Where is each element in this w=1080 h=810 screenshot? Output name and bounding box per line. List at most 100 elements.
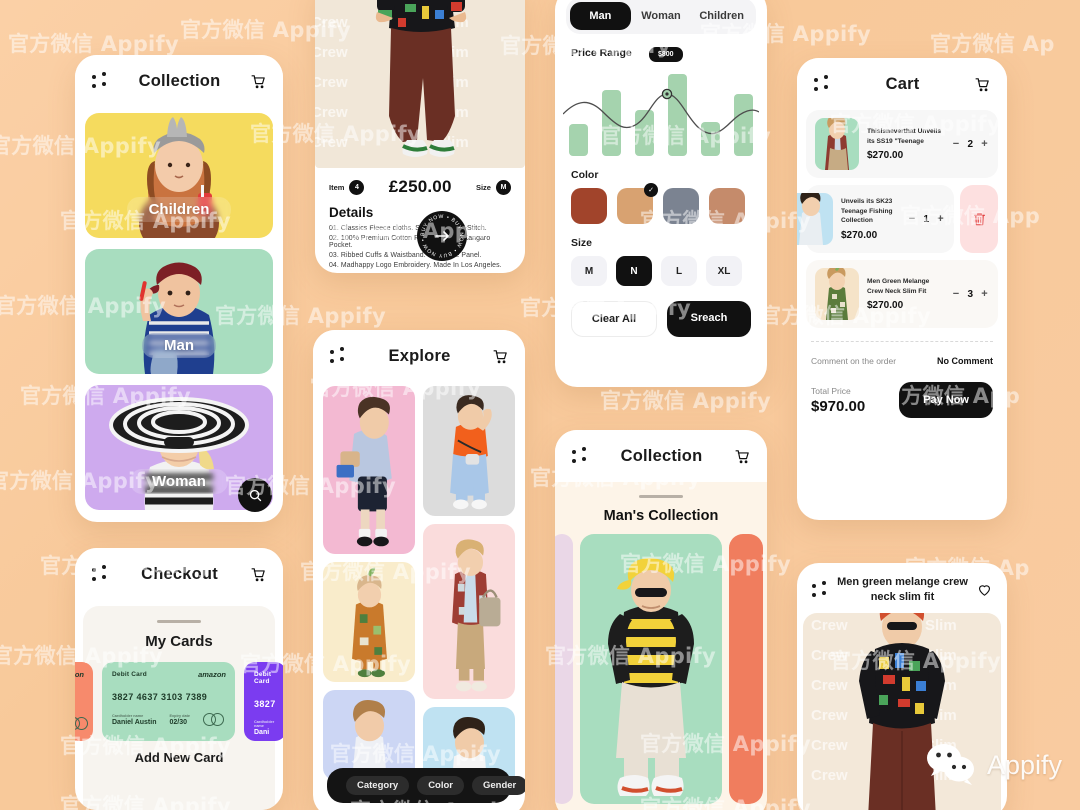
- pay-now-button[interactable]: Pay Now: [899, 382, 993, 418]
- add-new-card-button[interactable]: Add New Card: [83, 750, 275, 765]
- size-options: M N L XL: [555, 254, 767, 286]
- carousel-slide-active[interactable]: [580, 534, 722, 804]
- buy-now-badge-button[interactable]: BUY NOW • BUY NOW • BUY NOW •: [417, 211, 467, 261]
- tab-children[interactable]: Children: [691, 2, 752, 30]
- plus-icon[interactable]: +: [980, 138, 989, 150]
- search-fab-button[interactable]: [238, 478, 272, 512]
- product-hero-image: CrewSlim CrewSlim CrewSlim CrewSlim Crew…: [315, 0, 525, 168]
- size-option-n[interactable]: N: [616, 256, 652, 286]
- grid-dots-icon[interactable]: [571, 447, 589, 465]
- drag-handle[interactable]: [639, 495, 683, 498]
- filter-chip-gender[interactable]: Gender: [472, 776, 525, 795]
- minus-icon[interactable]: −: [951, 138, 960, 150]
- delete-item-button[interactable]: [960, 185, 998, 253]
- thumb-photo: [826, 268, 848, 320]
- color-swatch-tan[interactable]: ✓: [617, 183, 658, 224]
- cart-item-swiped[interactable]: Unveils its SK23 Teenage Fishing Collect…: [797, 185, 998, 253]
- tab-man[interactable]: Man: [570, 2, 631, 30]
- clear-all-button[interactable]: Clear All: [571, 301, 657, 337]
- collection-carousel[interactable]: [555, 534, 767, 804]
- quantity-stepper[interactable]: − 1 +: [907, 213, 945, 225]
- panel-title: My Cards: [145, 633, 213, 650]
- cart-topbar: Cart: [797, 58, 1007, 110]
- checkout-screen: Checkout My Cards amazon Debit Card amaz…: [75, 548, 283, 810]
- grid-dots-icon[interactable]: [91, 72, 109, 90]
- credit-card-peek-right[interactable]: Debit Card 3827 Cardholder name Dani: [244, 662, 283, 741]
- order-comment-row[interactable]: Comment on the order No Comment: [797, 342, 1007, 366]
- credit-card-main[interactable]: Debit Card amazon 3827 4637 3103 7389 Ca…: [102, 662, 235, 741]
- mans-collection-topbar: Collection: [555, 430, 767, 482]
- carousel-slide-prev[interactable]: [555, 534, 573, 804]
- plus-icon[interactable]: +: [980, 288, 989, 300]
- total-value: $970.00: [811, 397, 866, 415]
- item-price: $270.00: [867, 150, 904, 162]
- cardholder-name: Daniel Austin: [112, 719, 157, 726]
- size-label: Size: [571, 237, 593, 249]
- minus-icon[interactable]: −: [951, 288, 960, 300]
- category-card-children[interactable]: Children: [85, 113, 273, 238]
- color-swatch-clay[interactable]: [709, 188, 745, 224]
- minus-icon[interactable]: −: [907, 213, 916, 225]
- filter-chip-color[interactable]: Color: [417, 776, 464, 795]
- collection-topbar: Collection: [75, 55, 283, 107]
- cart-item[interactable]: Men Green Melange Crew Neck Slim Fit $27…: [806, 260, 998, 328]
- search-button[interactable]: Sreach: [667, 301, 751, 337]
- filter-chip-category[interactable]: Category: [346, 776, 410, 795]
- color-swatch-rust[interactable]: [571, 188, 607, 224]
- explore-tile[interactable]: [323, 386, 415, 554]
- item-price: $270.00: [841, 229, 878, 241]
- card-carousel[interactable]: amazon Debit Card amazon 3827 4637 3103 …: [75, 662, 283, 741]
- product-details-screen: CrewSlim CrewSlim CrewSlim CrewSlim Crew…: [315, 0, 525, 273]
- item-price: $270.00: [867, 300, 904, 312]
- size-option-m[interactable]: M: [571, 256, 607, 286]
- thumb-photo: [799, 193, 823, 245]
- cart-item[interactable]: Unveils its SK23 Teenage Fishing Collect…: [797, 185, 954, 253]
- credit-card-peek-left[interactable]: amazon: [75, 662, 93, 741]
- expiry-value: 02/30: [169, 719, 188, 726]
- explore-tile[interactable]: [323, 690, 415, 780]
- grid-dots-icon[interactable]: [91, 565, 109, 583]
- item-label: Item: [329, 182, 345, 192]
- checkout-topbar: Checkout: [75, 548, 283, 600]
- tile-photo: [450, 395, 492, 510]
- grid-dots-icon[interactable]: [813, 75, 831, 93]
- item-name: Men Green Melange Crew Neck Slim Fit: [867, 277, 930, 295]
- price-range-chart[interactable]: $800: [563, 47, 759, 156]
- card-type: Debit Card: [254, 671, 272, 685]
- tile-photo: [336, 396, 392, 547]
- explore-tile[interactable]: [323, 562, 415, 682]
- wechat-icon: [926, 744, 974, 785]
- trash-icon: [973, 213, 985, 226]
- tab-woman[interactable]: Woman: [631, 2, 692, 30]
- model-photo: [375, 0, 467, 157]
- quantity-value: 2: [967, 138, 973, 150]
- cart-icon[interactable]: [492, 348, 509, 365]
- cart-icon[interactable]: [734, 448, 751, 465]
- explore-tile[interactable]: [423, 524, 515, 699]
- item-name: Thisisneverthat Unveils its SS19 "Teenag…: [867, 127, 942, 145]
- quantity-stepper[interactable]: − 2 +: [951, 138, 989, 150]
- grid-dots-icon[interactable]: [329, 347, 347, 365]
- card-number: 3827: [254, 699, 276, 709]
- grid-dots-icon[interactable]: [811, 580, 829, 599]
- heart-icon[interactable]: [976, 581, 993, 598]
- cart-icon[interactable]: [250, 566, 267, 583]
- quantity-stepper[interactable]: − 3 +: [951, 288, 989, 300]
- explore-tile[interactable]: [423, 386, 515, 516]
- plus-icon[interactable]: +: [936, 213, 945, 225]
- cardholder-label: Cardholder name: [112, 714, 144, 718]
- size-option-l[interactable]: L: [661, 256, 697, 286]
- size-option-xl[interactable]: XL: [706, 256, 742, 286]
- cardholder-name: Dani: [254, 729, 270, 736]
- carousel-slide-next[interactable]: [729, 534, 763, 804]
- chart-trend-curve: [563, 88, 759, 135]
- filter-actions: Clear All Sreach: [555, 286, 767, 337]
- cardholder-label: Cardholder name: [254, 720, 275, 728]
- buy-now-circular-text: BUY NOW • BUY NOW • BUY NOW •: [420, 214, 463, 258]
- drag-handle[interactable]: [157, 620, 201, 623]
- cart-icon[interactable]: [250, 73, 267, 90]
- cart-icon[interactable]: [974, 76, 991, 93]
- cart-item[interactable]: Thisisneverthat Unveils its SS19 "Teenag…: [806, 110, 998, 178]
- category-card-man[interactable]: Man: [85, 249, 273, 374]
- color-swatch-slate-melange[interactable]: [663, 188, 699, 224]
